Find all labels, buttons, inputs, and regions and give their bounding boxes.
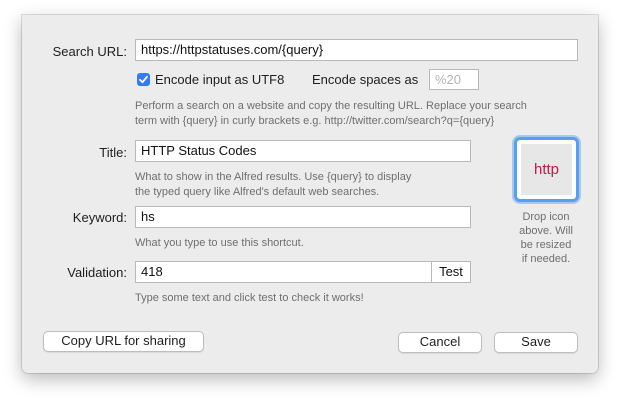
- drop-icon-hint-line: if needed.: [521, 253, 571, 265]
- icon-drop-well[interactable]: http: [514, 137, 579, 202]
- save-button[interactable]: Save: [494, 332, 578, 353]
- search-url-label: Search URL:: [52, 44, 127, 59]
- checkmark-icon: [139, 75, 148, 84]
- validation-input[interactable]: 418: [135, 261, 432, 283]
- copy-url-button[interactable]: Copy URL for sharing: [43, 331, 204, 352]
- title-help: What to show in the Alfred results. Use …: [135, 170, 411, 200]
- drop-icon-hint-line: above. Will: [519, 225, 573, 237]
- keyword-help: What you type to use this shortcut.: [135, 237, 304, 249]
- validation-label: Validation:: [67, 265, 127, 280]
- search-url-input[interactable]: https://httpstatuses.com/{query}: [135, 39, 578, 61]
- encode-utf8-checkbox[interactable]: [137, 73, 150, 86]
- drop-icon-hint: Drop icon above. Will be resized if need…: [511, 210, 581, 266]
- title-help-line: What to show in the Alfred results. Use …: [135, 171, 412, 183]
- cancel-button[interactable]: Cancel: [398, 332, 482, 353]
- encode-spaces-input[interactable]: %20: [429, 69, 479, 90]
- drop-icon-hint-line: be resized: [520, 239, 572, 251]
- search-url-help: Perform a search on a website and copy t…: [135, 99, 527, 129]
- encode-spaces-label: Encode spaces as: [312, 72, 419, 87]
- keyword-label: Keyword:: [72, 210, 127, 225]
- encode-utf8-label: Encode input as UTF8: [155, 72, 285, 87]
- title-help-line: the typed query like Alfred's default we…: [135, 186, 380, 198]
- search-url-help-line: Perform a search on a website and copy t…: [135, 100, 527, 112]
- title-label: Title:: [99, 145, 127, 160]
- validation-help: Type some text and click test to check i…: [135, 292, 364, 304]
- search-url-help-line: term with {query} in curly brackets e.g.…: [135, 115, 495, 127]
- http-icon: http: [521, 144, 572, 195]
- drop-icon-hint-line: Drop icon: [522, 211, 570, 223]
- web-search-dialog: Search URL: https://httpstatuses.com/{qu…: [22, 15, 598, 373]
- keyword-input[interactable]: hs: [135, 206, 471, 228]
- title-input[interactable]: HTTP Status Codes: [135, 140, 471, 162]
- test-button[interactable]: Test: [431, 261, 471, 283]
